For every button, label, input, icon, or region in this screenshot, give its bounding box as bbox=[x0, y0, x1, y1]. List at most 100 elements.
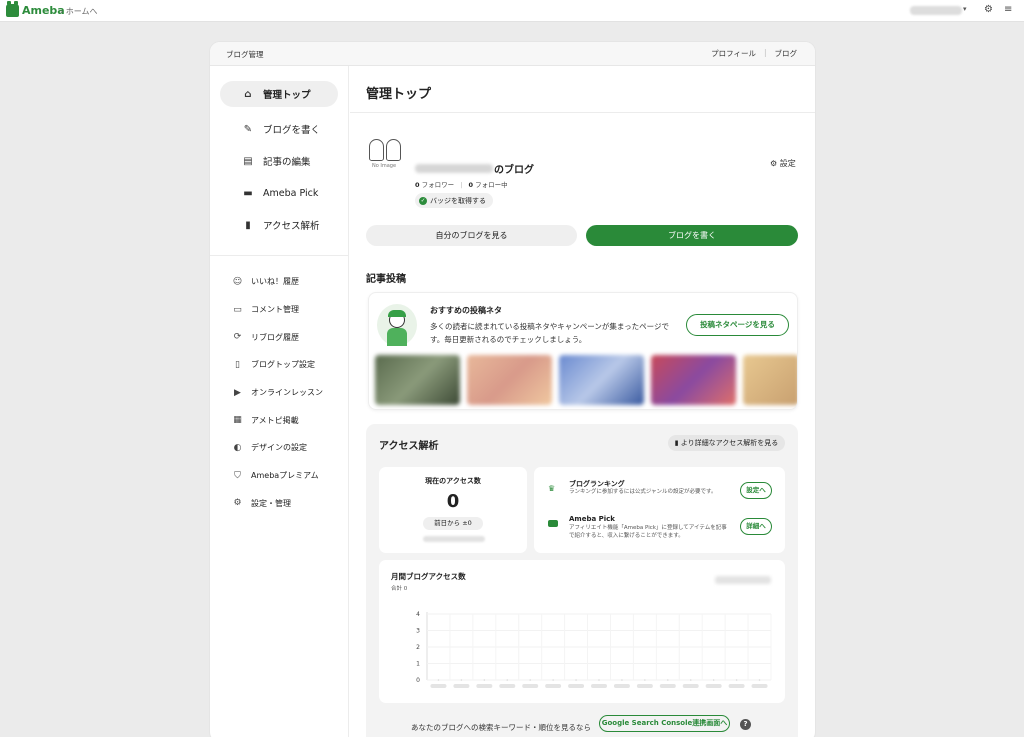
topic-thumbnail[interactable] bbox=[651, 355, 736, 405]
search-console-text: あなたのブログへの検索キーワード・順位を見るなら bbox=[411, 723, 591, 732]
x-tick-label-blurred bbox=[682, 684, 699, 688]
write-blog-button[interactable]: ブログを書く bbox=[586, 225, 798, 246]
gear-icon[interactable]: ⚙ bbox=[984, 4, 993, 15]
home-icon: ⌂ bbox=[244, 88, 252, 100]
data-point bbox=[552, 679, 554, 681]
sidebar-item-design[interactable]: ◐ デザインの設定 bbox=[210, 434, 348, 462]
sidebar-item-label: アクセス解析 bbox=[263, 221, 320, 232]
sidebar-item-access[interactable]: ▮ アクセス解析 bbox=[220, 209, 338, 241]
sidebar-item-premium[interactable]: ⛉ Amebaプレミアム bbox=[210, 462, 348, 490]
x-tick-label-blurred bbox=[636, 684, 653, 688]
x-tick-label-blurred bbox=[659, 684, 676, 688]
divider: | bbox=[763, 48, 767, 57]
person-illustration-icon bbox=[377, 304, 417, 346]
pick-details-button[interactable]: 詳細へ bbox=[740, 518, 772, 535]
sidebar-item-label: 設定・管理 bbox=[251, 498, 291, 508]
divider bbox=[210, 255, 348, 256]
sidebar-item-label: オンラインレッスン bbox=[251, 388, 323, 398]
ameba-logo[interactable]: Ameba bbox=[6, 1, 65, 17]
shield-icon: ⛉ bbox=[234, 470, 241, 481]
follow-stats: 0 フォロワー | 0 フォロー中 bbox=[415, 179, 508, 189]
sidebar-item-reblog[interactable]: ⟳ リブログ履歴 bbox=[210, 323, 348, 351]
ranking-pick-card: ♛ ブログランキング ランキングに参加するには公式ジャンルの設定が必要です。 設… bbox=[534, 467, 785, 553]
data-point bbox=[483, 679, 486, 681]
card-header-title: ブログ管理 bbox=[226, 50, 264, 59]
post-section-title: 記事投稿 bbox=[366, 274, 406, 285]
sidebar-item-edit[interactable]: ▤ 記事の編集 bbox=[220, 145, 338, 177]
sidebar-item-label: デザインの設定 bbox=[251, 443, 307, 453]
sidebar-item-admin-top[interactable]: ⌂ 管理トップ bbox=[220, 81, 338, 107]
sidebar-item-likes[interactable]: ☺ いいね！履歴 bbox=[210, 268, 348, 296]
view-topics-button[interactable]: 投稿ネタページを見る bbox=[686, 314, 789, 336]
ameba-logo-icon bbox=[6, 1, 19, 17]
sidebar-item-label: 管理トップ bbox=[263, 90, 311, 101]
sidebar-item-label: Amebaプレミアム bbox=[251, 471, 319, 481]
get-badge-button[interactable]: ✓ バッジを取得する bbox=[415, 193, 493, 208]
x-tick-label-blurred bbox=[499, 684, 516, 688]
blurred-timestamp bbox=[423, 536, 485, 542]
sidebar-item-write[interactable]: ✎ ブログを書く bbox=[220, 113, 338, 145]
sidebar-item-ameba-pick[interactable]: ▬ Ameba Pick bbox=[220, 177, 338, 209]
data-point bbox=[758, 679, 761, 681]
user-name-blurred[interactable] bbox=[910, 6, 962, 15]
sidebar-item-label: ブログを書く bbox=[263, 125, 321, 136]
previous-day-diff: 前日から ±0 bbox=[423, 517, 483, 530]
top-bar: Ameba › ホームへ ▾ ⚙ ≡ bbox=[0, 0, 1024, 22]
x-tick-label-blurred bbox=[568, 684, 585, 688]
detailed-access-button[interactable]: ▮ より詳細なアクセス解析を見る bbox=[668, 435, 785, 451]
sidebar-item-blog-top-settings[interactable]: ▯ ブログトップ設定 bbox=[210, 351, 348, 379]
no-image-label: No Image bbox=[372, 163, 397, 169]
bar-chart-icon: ▮ bbox=[674, 439, 679, 447]
data-point bbox=[667, 679, 669, 681]
ranking-description: ランキングに参加するには公式ジャンルの設定が必要です。 bbox=[569, 489, 717, 495]
sidebar-item-online-lesson[interactable]: ▶ オンラインレッスン bbox=[210, 379, 348, 407]
blurred-username bbox=[415, 164, 493, 173]
get-badge-label: バッジを取得する bbox=[430, 196, 486, 205]
data-point bbox=[460, 679, 463, 681]
menu-icon[interactable]: ≡ bbox=[1004, 4, 1012, 15]
sidebar-item-comments[interactable]: ▭ コメント管理 bbox=[210, 296, 348, 324]
data-point bbox=[506, 679, 509, 681]
following-label[interactable]: フォロー中 bbox=[475, 181, 508, 189]
profile-link[interactable]: プロフィール bbox=[711, 48, 756, 59]
video-icon: ▶ bbox=[234, 387, 241, 398]
access-title: アクセス解析 bbox=[379, 441, 439, 452]
topic-thumbnail[interactable] bbox=[375, 355, 460, 405]
settings-label: 設定 bbox=[779, 159, 796, 168]
sidebar-item-label: アメトピ掲載 bbox=[251, 415, 299, 425]
search-console-button[interactable]: Google Search Console連携画面へ bbox=[599, 715, 730, 732]
help-icon[interactable]: ? bbox=[740, 719, 751, 730]
x-tick-label-blurred bbox=[613, 684, 630, 688]
ranking-row: ♛ ブログランキング ランキングに参加するには公式ジャンルの設定が必要です。 設… bbox=[534, 477, 785, 517]
data-point bbox=[689, 679, 692, 681]
ranking-settings-button[interactable]: 設定へ bbox=[740, 482, 772, 499]
followers-label[interactable]: フォロワー bbox=[422, 181, 455, 189]
blog-suffix: のブログ bbox=[494, 165, 534, 176]
sidebar-item-label: コメント管理 bbox=[251, 305, 299, 315]
topic-thumbnail[interactable] bbox=[559, 355, 644, 405]
y-tick-label: 4 bbox=[416, 611, 420, 618]
sidebar-item-settings[interactable]: ⚙ 設定・管理 bbox=[210, 490, 348, 518]
sidebar-item-ametopi[interactable]: ▦ アメトピ掲載 bbox=[210, 406, 348, 434]
settings-link[interactable]: ⚙ 設定 bbox=[770, 158, 796, 169]
x-tick-label-blurred bbox=[453, 684, 470, 688]
blog-name[interactable]: のブログ bbox=[415, 161, 534, 176]
y-tick-label: 1 bbox=[416, 661, 420, 668]
x-tick-label-blurred bbox=[545, 684, 562, 688]
x-tick-label-blurred bbox=[705, 684, 722, 688]
main-content: 管理トップ No Image のブログ 0 フォロワー | 0 フォロー中 ✓ … bbox=[350, 66, 815, 737]
home-link[interactable]: › ホームへ bbox=[60, 6, 98, 17]
avatar[interactable]: No Image bbox=[367, 139, 407, 173]
current-access-label: 現在のアクセス数 bbox=[425, 477, 481, 485]
topic-thumbnail[interactable] bbox=[743, 355, 797, 405]
x-tick-label-blurred bbox=[591, 684, 607, 688]
topic-thumbnail[interactable] bbox=[467, 355, 552, 405]
access-analysis-section: アクセス解析 ▮ より詳細なアクセス解析を見る 現在のアクセス数 0 前日から … bbox=[366, 424, 798, 737]
y-tick-label: 2 bbox=[416, 644, 420, 651]
chevron-down-icon[interactable]: ▾ bbox=[963, 5, 967, 13]
blog-link[interactable]: ブログ bbox=[775, 48, 798, 59]
data-point bbox=[712, 679, 715, 681]
check-icon: ✓ bbox=[419, 196, 427, 205]
view-blog-button[interactable]: 自分のブログを見る bbox=[366, 225, 577, 246]
current-access-value: 0 bbox=[446, 491, 460, 512]
